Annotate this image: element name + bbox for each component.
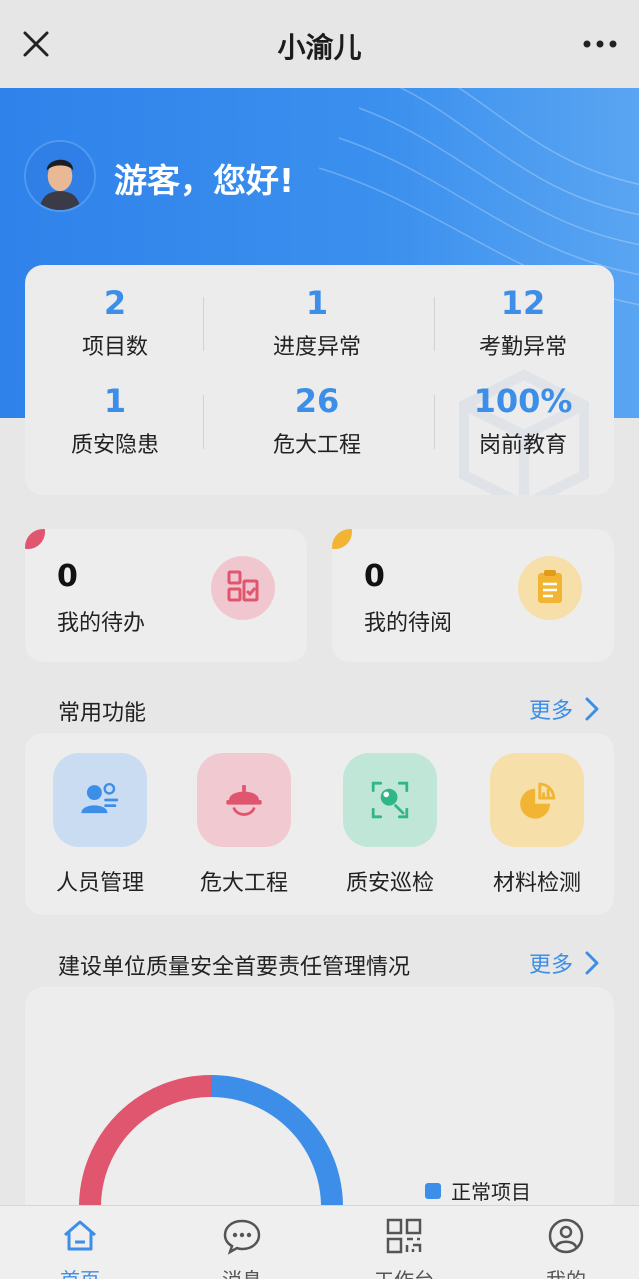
func-safety-inspection[interactable]: 质安巡检 [315,753,465,897]
tab-label: 首页 [20,1264,140,1279]
common-functions-grid: 人员管理 危大工程 质安巡检 材料检测 [25,733,614,915]
stat-value: 1 [103,382,127,420]
toread-count: 0 [364,559,385,594]
greeting-text: 游客，您好! [114,161,295,200]
stat-label: 质安隐患 [70,433,159,458]
home-icon [64,1220,96,1251]
stat-attendance-abnormal[interactable]: 12 考勤异常 [433,283,613,361]
legend-label: 正常项目 [451,1180,531,1204]
stat-value: 100% [473,382,573,420]
tab-label: 我的 [506,1264,626,1279]
title-bar: 小渝儿 [0,0,639,88]
func-label: 人员管理 [55,871,144,896]
scan-search-icon [343,753,437,847]
corner-accent [332,529,352,549]
common-more-link[interactable]: 更多 [529,693,599,725]
divider [203,297,204,351]
quality-section-title: 建设单位质量安全首要责任管理情况 [58,955,411,980]
stat-value: 2 [103,284,127,322]
stat-major-hazard-projects[interactable]: 26 危大工程 [227,381,407,459]
common-functions-title: 常用功能 [58,701,147,726]
stat-label: 考勤异常 [478,335,567,360]
user-avatar-icon [26,142,94,210]
tab-workbench[interactable]: 工作台 [344,1216,464,1279]
func-major-hazard-projects[interactable]: 危大工程 [169,753,319,897]
stat-label: 岗前教育 [478,433,567,458]
func-label: 质安巡检 [345,871,434,896]
legend-swatch [425,1182,441,1199]
stat-label: 项目数 [81,335,148,360]
message-icon [223,1219,261,1255]
func-label: 危大工程 [199,871,288,896]
more-icon[interactable] [581,28,619,60]
func-material-testing[interactable]: 材料检测 [462,753,612,897]
people-icon [53,753,147,847]
more-label: 更多 [528,699,573,724]
todo-count: 0 [57,559,78,594]
chart-legend: 正常项目 [425,1176,531,1205]
stat-progress-abnormal[interactable]: 1 进度异常 [227,283,407,361]
func-personnel-management[interactable]: 人员管理 [25,753,175,897]
stat-pre-job-training[interactable]: 100% 岗前教育 [433,381,613,459]
tab-label: 工作台 [344,1264,464,1279]
tab-label: 消息 [182,1264,302,1279]
chevron-right-icon [585,697,599,721]
chevron-right-icon [585,951,599,975]
todo-label: 我的待办 [57,611,146,636]
tab-mine[interactable]: 我的 [506,1216,626,1279]
my-toread-card[interactable]: 0 我的待阅 [332,529,614,662]
func-label: 材料检测 [492,871,581,896]
pie-chart-icon [490,753,584,847]
helmet-icon [197,753,291,847]
bottom-tab-bar: 首页 消息 工作台 我的 [0,1205,639,1279]
page-title: 小渝儿 [277,31,362,64]
more-label: 更多 [528,953,573,978]
my-todo-card[interactable]: 0 我的待办 [25,529,307,662]
user-icon [548,1218,584,1254]
grid-icon [386,1218,422,1254]
clipboard-icon [518,556,582,620]
toread-label: 我的待阅 [364,611,453,636]
stat-safety-hazard[interactable]: 1 质安隐患 [25,381,205,459]
quality-more-link[interactable]: 更多 [529,947,599,979]
tab-home[interactable]: 首页 [20,1216,140,1279]
stat-value: 26 [294,382,340,420]
avatar[interactable] [24,140,96,212]
tab-messages[interactable]: 消息 [182,1216,302,1279]
corner-accent [25,529,45,549]
divider [203,395,204,449]
stats-panel: 2 项目数 1 进度异常 12 考勤异常 1 质安隐患 26 危大工程 100%… [25,265,614,495]
stat-value: 1 [305,284,329,322]
stat-label: 危大工程 [272,433,361,458]
stat-value: 12 [500,284,546,322]
stat-label: 进度异常 [272,335,361,360]
stat-project-count[interactable]: 2 项目数 [25,283,205,361]
todo-icon [211,556,275,620]
